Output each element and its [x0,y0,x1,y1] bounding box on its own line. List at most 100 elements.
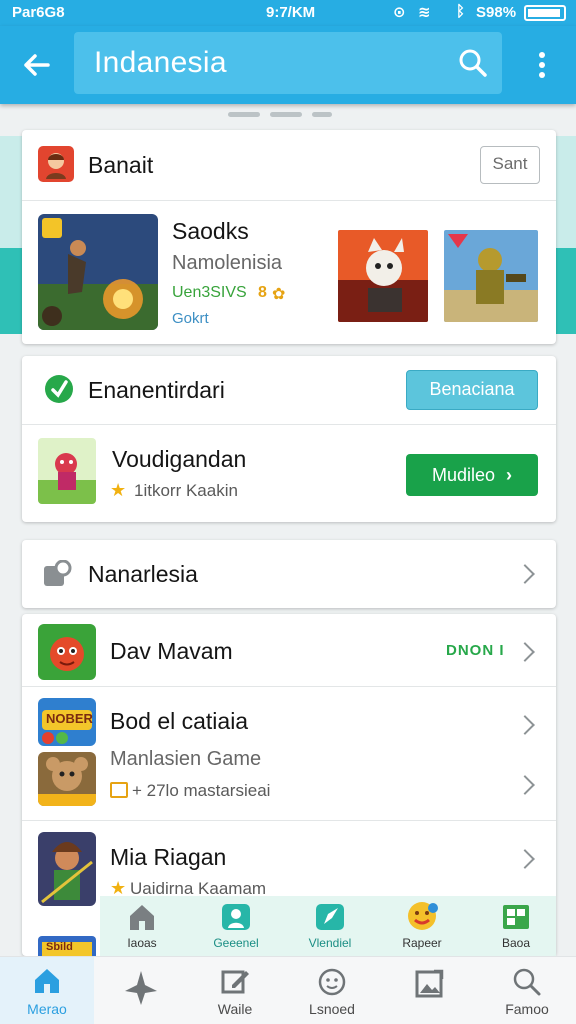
nav-item-flights[interactable] [94,957,188,1024]
image-icon [415,969,444,998]
subnav-label: Baoa [501,936,531,950]
game-icon-text: Sbild [46,941,73,953]
nav-label: Merao [27,1001,67,1017]
nav-label: Famoo [505,1001,549,1017]
overflow-menu-icon[interactable] [528,48,556,82]
subnav-label: Rapeer [402,936,442,950]
search-icon [513,968,541,996]
subnav-item-rapeer[interactable]: Rapeer [382,896,462,956]
card-title: Banait [88,152,154,178]
pager-dash [312,112,332,117]
battery-text: S98% [476,4,517,21]
search-field[interactable]: Indanesia [74,32,502,94]
subnav-label: Iaoas [127,936,157,950]
game-name[interactable]: Mia Riagan [110,844,226,871]
nav-item-lsnoed[interactable]: Lsnoed [282,957,382,1024]
pager-dash [270,112,302,117]
chevron-right-icon [515,642,535,662]
battery-icon [524,5,566,21]
game-rating: 8 [258,284,267,301]
game-icon-text: NOBER [46,711,93,726]
nav-label: Lsnoed [309,1001,355,1017]
alarm-icon: ⊙ [393,4,406,21]
divider [22,686,556,687]
featured-card: Banait Sant Saodks Namolenisia Uen3SIVS … [22,130,556,344]
divider [22,424,556,425]
category-title[interactable]: Nanarlesia [88,561,198,588]
clock-text: 9:7/KM [266,4,316,21]
game-icon[interactable] [38,624,96,680]
nav-item-home[interactable]: Merao [0,957,94,1024]
chevron-right-icon: › [506,465,513,485]
game-meta: Uen3SIVS [172,284,247,301]
person-icon [222,904,250,930]
nav-item-search[interactable]: Famoo [478,957,576,1024]
flower-icon: ✿ [272,286,286,303]
house-icon [130,905,154,930]
game-name[interactable]: Saodks [172,218,249,245]
game-name[interactable]: Bod el catiaia [110,708,248,735]
app-icon[interactable] [38,438,96,504]
game-icon[interactable]: Sbild [38,936,96,956]
tag-icon [42,559,72,588]
chevron-right-icon [515,715,535,735]
leaf-check-icon [44,374,74,404]
sant-button[interactable]: Sant [480,146,540,184]
bluetooth-icon: ᛒ [456,3,466,20]
smiley-icon [318,968,346,996]
game-icon[interactable]: NOBER [38,698,96,746]
grid-icon [503,905,529,929]
chevron-right-icon [515,849,535,869]
search-query[interactable]: Indanesia [94,46,227,80]
card-title: Enanentirdari [88,377,225,403]
search-icon[interactable] [458,48,488,78]
game-screenshot-1[interactable] [338,230,428,322]
subnav-item-vlendiel[interactable]: Vlendiel [290,896,370,956]
subnav-label: Geeenel [213,936,259,950]
status-bar: Par6G8 9:7/KM ⊙ ≋ ᛒ S98% [0,0,576,26]
game-screenshot-2[interactable] [444,230,538,322]
divider [22,200,556,201]
game-thumbnail[interactable] [38,214,158,330]
nav-item-waile[interactable]: Waile [188,957,282,1024]
game-name[interactable]: Manlasien Game [110,748,261,771]
subnav-item-baoa[interactable]: Baoa [476,896,556,956]
bottom-navigation: Merao Waile Lsnoed Famoo [0,956,576,1024]
category-row[interactable]: Nanarlesia [22,540,556,608]
back-arrow-icon[interactable] [20,48,54,82]
rocket-icon [316,904,344,930]
secondary-nav: Iaoas Geeenel Vlendiel Rapeer Baoa [100,896,556,956]
emoji-icon [408,902,438,930]
star-icon: ★ [110,480,127,500]
status-badge: DNON I [446,642,505,659]
game-name[interactable]: Dav Mavam [110,638,233,665]
game-icon[interactable] [38,752,96,806]
subnav-item-iaoas[interactable]: Iaoas [102,896,182,956]
install-button[interactable]: Mudileo › [406,454,538,496]
nav-label: Waile [217,1001,253,1017]
subnav-item-geeenel[interactable]: Geeenel [196,896,276,956]
game-label: Gokrt [172,310,209,327]
subnav-label: Vlendiel [308,936,352,950]
chevron-right-icon [515,775,535,795]
tag-icon [110,782,128,798]
chevron-right-icon [515,564,535,584]
airplane-icon [125,971,157,1005]
game-icon[interactable] [38,832,96,906]
app-rating-text: 1itkorr Kaakin [134,481,238,500]
pager-dash [228,112,260,117]
divider [22,820,556,821]
carrier-text: Par6G8 [12,4,65,21]
app-name[interactable]: Voudigandan [112,446,246,473]
install-card: Enanentirdari Benaciana Voudigandan ★ 1i… [22,356,556,522]
nav-item-gallery[interactable] [382,957,478,1024]
home-icon [35,969,59,993]
edit-icon [221,970,249,994]
wifi-icon: ≋ [418,4,431,21]
game-meta: + 27lo mastarsieai [132,781,271,800]
app-bar: Indanesia [0,26,576,104]
game-subtitle: Namolenisia [172,252,283,274]
benaciana-button[interactable]: Benaciana [406,370,538,410]
app-logo-icon [38,146,74,182]
install-button-label: Mudileo [431,465,496,485]
